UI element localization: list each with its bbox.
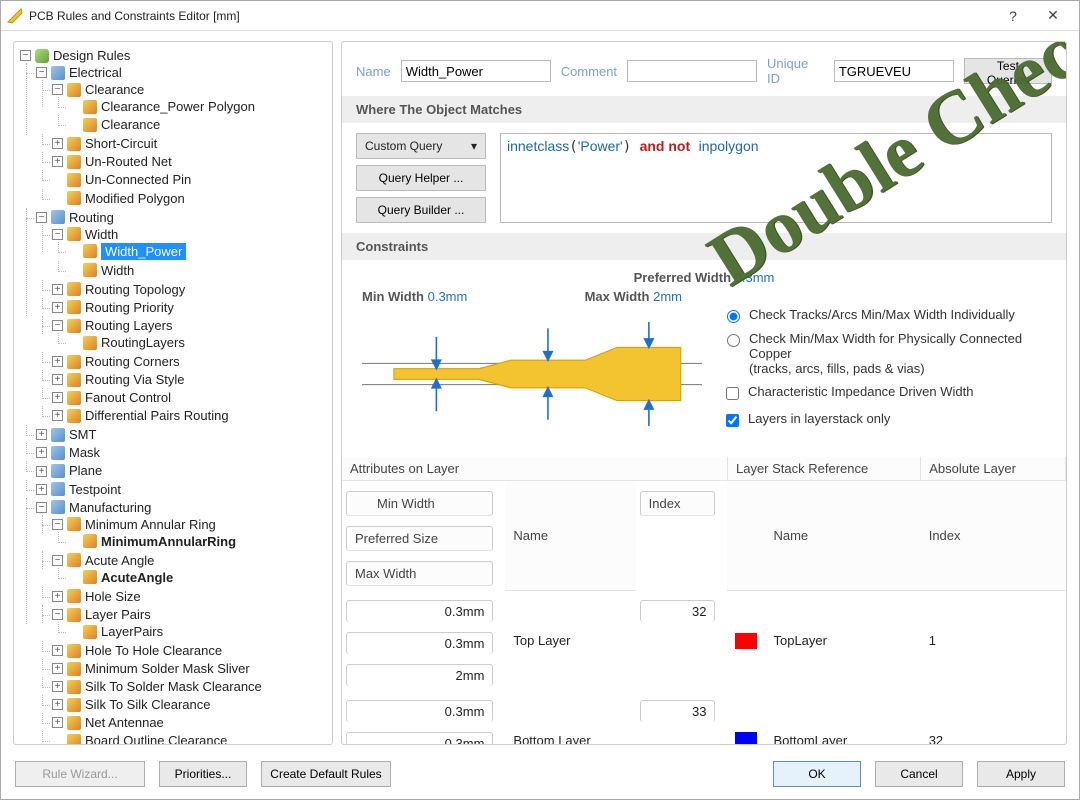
min-width-value[interactable]: 0.3mm — [428, 289, 468, 304]
uid-input[interactable] — [834, 60, 954, 82]
name-label: Name — [356, 64, 391, 79]
detail-panel: Name Comment Unique ID Test Queries Wher… — [341, 41, 1067, 745]
grp-stack: Layer Stack Reference — [727, 457, 920, 481]
table-row[interactable]: 0.3mm0.3mm2mmBottom Layer33BottomLayer32 — [342, 690, 1066, 744]
min-width-label: Min Width — [362, 289, 424, 304]
app-icon — [7, 8, 23, 24]
layer-color-swatch — [735, 732, 757, 744]
query-editor[interactable]: innetclass('Power') and not inpolygon — [500, 133, 1052, 223]
match-header: Where The Object Matches — [342, 96, 1066, 123]
layer-color-swatch — [735, 633, 757, 649]
cancel-button[interactable]: Cancel — [875, 761, 963, 787]
rules-tree[interactable]: −Design Rules −Electrical −Clearance Cle… — [13, 41, 333, 745]
window: PCB Rules and Constraints Editor [mm] ? … — [0, 0, 1080, 800]
category-icon — [51, 66, 65, 80]
layer-table[interactable]: Attributes on Layer Layer Stack Referenc… — [342, 457, 1066, 744]
opt-connected[interactable]: Check Min/Max Width for Physically Conne… — [722, 331, 1046, 376]
opt-individual[interactable]: Check Tracks/Arcs Min/Max Width Individu… — [722, 307, 1046, 323]
comment-input[interactable] — [627, 60, 757, 82]
tree-root[interactable]: Design Rules — [53, 48, 130, 63]
ok-button[interactable]: OK — [773, 761, 861, 787]
pref-width-value[interactable]: 0.3mm — [735, 270, 775, 285]
opt-layerstack[interactable]: Layers in layerstack only — [722, 411, 1046, 430]
folder-icon — [35, 49, 49, 63]
query-helper-button[interactable]: Query Helper ... — [356, 165, 486, 191]
tree-selected[interactable]: Width_Power — [101, 243, 186, 260]
query-builder-button[interactable]: Query Builder ... — [356, 197, 486, 223]
table-row[interactable]: 0.3mm0.3mm2mmTop Layer32TopLayer1 — [342, 590, 1066, 690]
rule-icon — [67, 83, 81, 97]
grp-attributes: Attributes on Layer — [342, 457, 727, 481]
pref-width-label: Preferred Width — [634, 270, 731, 285]
width-diagram — [362, 304, 702, 444]
close-button[interactable]: ✕ — [1033, 7, 1073, 24]
constraints-header: Constraints — [342, 233, 1066, 260]
opt-impedance[interactable]: Characteristic Impedance Driven Width — [722, 384, 1046, 403]
scope-dropdown[interactable]: Custom Query▾ — [356, 133, 486, 159]
name-input[interactable] — [401, 60, 551, 82]
titlebar: PCB Rules and Constraints Editor [mm] ? … — [1, 1, 1079, 31]
apply-button[interactable]: Apply — [977, 761, 1065, 787]
grp-absolute: Absolute Layer — [921, 457, 1066, 481]
comment-label: Comment — [561, 64, 617, 79]
help-button[interactable]: ? — [993, 8, 1033, 24]
priorities-button[interactable]: Priorities... — [159, 761, 247, 787]
window-title: PCB Rules and Constraints Editor [mm] — [29, 9, 993, 23]
rule-wizard-button[interactable]: Rule Wizard... — [15, 761, 145, 787]
create-defaults-button[interactable]: Create Default Rules — [261, 761, 391, 787]
max-width-label: Max Width — [585, 289, 650, 304]
test-queries-button[interactable]: Test Queries — [964, 58, 1052, 84]
toggle-icon[interactable]: − — [20, 50, 31, 61]
dialog-footer: Rule Wizard... Priorities... Create Defa… — [1, 749, 1079, 799]
uid-label: Unique ID — [767, 56, 824, 86]
chevron-down-icon: ▾ — [471, 139, 477, 153]
max-width-value[interactable]: 2mm — [653, 289, 682, 304]
